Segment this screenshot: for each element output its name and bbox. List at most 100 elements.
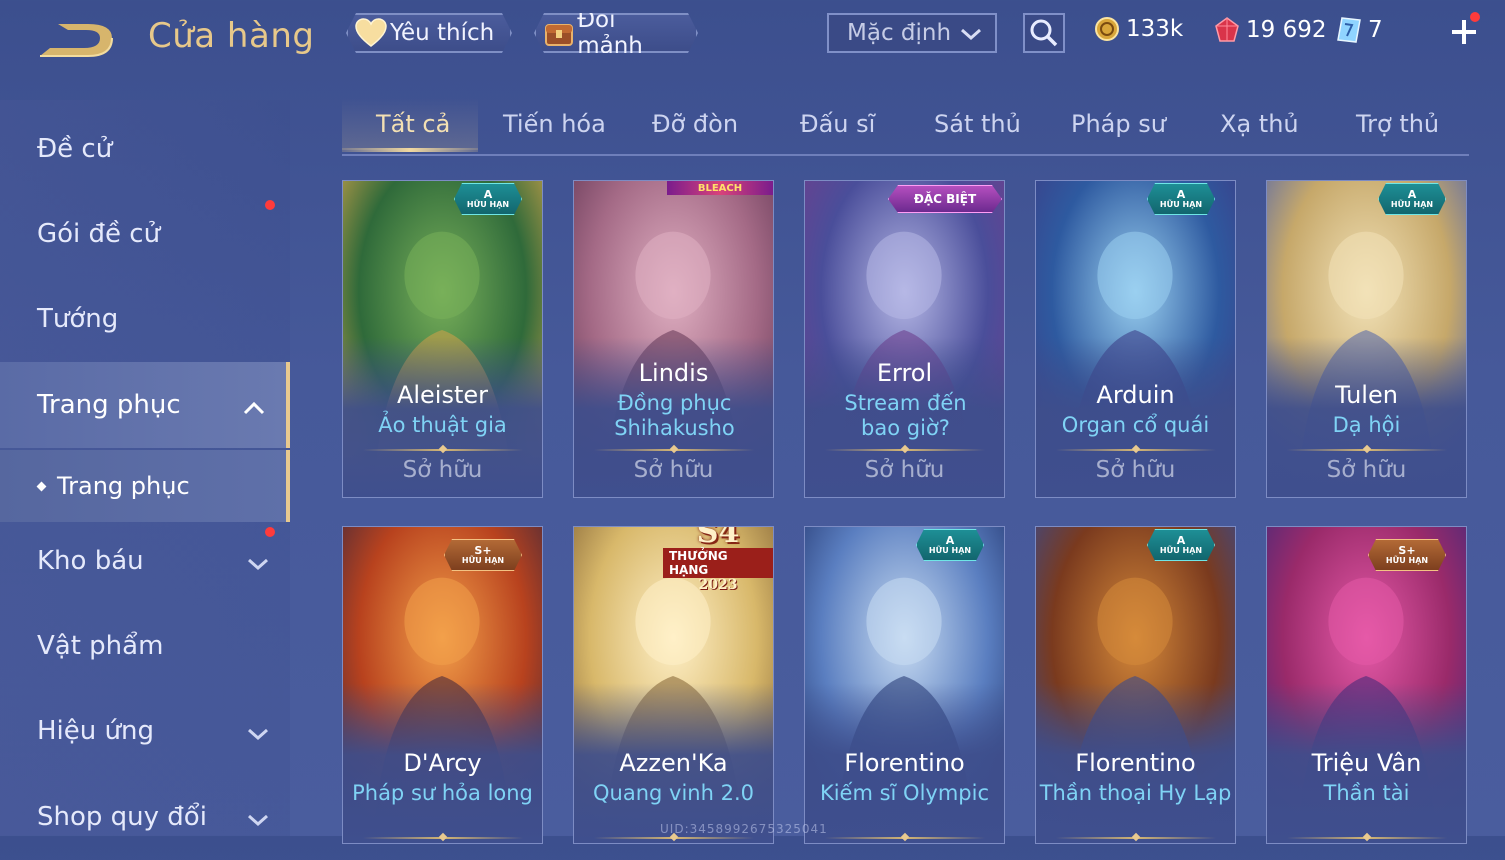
page-title: Cửa hàng — [148, 16, 315, 56]
season-reward-label: THƯỞNG HẠNG — [663, 548, 773, 578]
tier-badge: A HỮU HẠN — [454, 183, 522, 215]
limited-label: HỮU HẠN — [1390, 199, 1434, 209]
skin-card[interactable]: Lindis Đồng phục Shihakusho Sở hữu BLEACH — [573, 180, 774, 498]
sidebar-item-label: Vật phẩm — [37, 631, 164, 661]
card-divider — [1056, 449, 1216, 451]
voucher-value: 7 — [1368, 17, 1383, 43]
card-divider — [594, 837, 754, 839]
voucher-icon — [1336, 16, 1362, 44]
skin-name: Organ cổ quái — [1061, 413, 1210, 437]
sidebar-item-exchange-shop[interactable]: Shop quy đổi — [0, 774, 290, 860]
tier-badge: A HỮU HẠN — [1147, 529, 1215, 561]
tab-assassin[interactable]: Sát thủ — [934, 110, 1021, 138]
sidebar-item-bundles[interactable]: Gói đề cử — [0, 191, 290, 277]
ruby-value: 19 692 — [1246, 17, 1327, 43]
skin-name: Đồng phục Shihakusho — [614, 391, 735, 440]
season-label: S4 — [696, 526, 740, 550]
skin-card[interactable]: Errol Stream đến bao giờ? Sở hữu ĐẶC BIỆT — [804, 180, 1005, 498]
skin-card[interactable]: Arduin Organ cổ quái Sở hữu A HỮU HẠN — [1035, 180, 1236, 498]
favorite-button[interactable]: Yêu thích — [346, 13, 512, 53]
top-bar: Cửa hàng Yêu thích Đổi mảnh Mặc định 133… — [0, 0, 1505, 78]
skin-name: Thần tài — [1323, 781, 1410, 805]
sidebar-subitem-skins[interactable]: Trang phục — [0, 450, 290, 522]
tab-support[interactable]: Trợ thủ — [1356, 110, 1439, 138]
limited-label: HỮU HẠN — [1159, 199, 1203, 209]
exchange-fragment-button[interactable]: Đổi mảnh — [534, 13, 698, 53]
hero-name: Lindis — [638, 359, 709, 387]
skin-name: Stream đến bao giờ? — [844, 391, 967, 440]
tab-evolution[interactable]: Tiến hóa — [503, 110, 606, 138]
hero-name: Aleister — [396, 381, 489, 409]
tab-tank[interactable]: Đỡ đòn — [652, 110, 738, 138]
skin-name: Quang vinh 2.0 — [593, 781, 754, 805]
voucher-currency: 7 — [1336, 16, 1383, 44]
skin-card[interactable]: D'Arcy Pháp sư hỏa long S+ HỮU HẠN — [342, 526, 543, 844]
limited-label: HỮU HẠN — [928, 545, 972, 555]
sidebar-item-treasure[interactable]: Kho báu — [0, 518, 290, 604]
category-tabs: Tất cả Tiến hóa Đỡ đòn Đấu sĩ Sát thủ Ph… — [342, 98, 1469, 156]
hero-name: D'Arcy — [403, 749, 482, 777]
hero-name: Arduin — [1096, 381, 1175, 409]
tier-badge: A HỮU HẠN — [1378, 183, 1446, 215]
sidebar-subitem-label: Trang phục — [57, 472, 190, 500]
sidebar-item-heroes[interactable]: Tướng — [0, 276, 290, 362]
sort-dropdown[interactable]: Mặc định — [827, 13, 997, 53]
card-divider — [1287, 449, 1447, 451]
tab-mage[interactable]: Pháp sư — [1071, 110, 1166, 138]
uid-watermark: UID:3458992675325041 — [660, 822, 828, 836]
hero-name: Florentino — [844, 749, 965, 777]
skin-name: Ảo thuật gia — [378, 413, 507, 437]
search-button[interactable] — [1023, 13, 1065, 53]
heart-icon — [354, 16, 388, 50]
tier-badge: S+ HỮU HẠN — [1368, 539, 1446, 571]
chevron-down-icon — [246, 720, 270, 750]
card-divider — [363, 837, 523, 839]
skin-card[interactable]: Triệu Vân Thần tài S+ HỮU HẠN — [1266, 526, 1467, 844]
limited-label: HỮU HẠN — [1159, 545, 1203, 555]
special-badge: ĐẶC BIỆT — [888, 185, 1002, 213]
skin-name: Thần thoại Hy Lạp — [1039, 781, 1232, 805]
hero-name: Triệu Vân — [1311, 749, 1422, 777]
sidebar-item-effects[interactable]: Hiệu ứng — [0, 688, 290, 774]
hero-name: Tulen — [1335, 381, 1398, 409]
limited-label: HỮU HẠN — [466, 199, 510, 209]
skin-card[interactable]: Aleister Ảo thuật gia Sở hữu A HỮU HẠN — [342, 180, 543, 498]
ruby-currency: 19 692 — [1214, 16, 1326, 44]
exchange-label: Đổi mảnh — [577, 7, 643, 59]
skin-card[interactable]: Tulen Dạ hội Sở hữu A HỮU HẠN — [1266, 180, 1467, 498]
chevron-down-icon — [246, 550, 270, 580]
skin-card[interactable]: Azzen'Ka Quang vinh 2.0 S4 THƯỞNG HẠNG 2023 — [573, 526, 774, 844]
hero-name: Florentino — [1075, 749, 1196, 777]
owned-status: Sở hữu — [864, 457, 945, 483]
gold-value: 133k — [1126, 16, 1184, 42]
back-button[interactable] — [38, 20, 116, 60]
tab-marksman[interactable]: Xạ thủ — [1220, 110, 1299, 138]
season-reward-badge: S4 THƯỞNG HẠNG 2023 — [663, 526, 773, 592]
skin-name: Pháp sư hỏa long — [352, 781, 533, 805]
sidebar-item-label: Kho báu — [37, 546, 144, 576]
sidebar-item-recommended[interactable]: Đề cử — [0, 106, 290, 192]
skin-card[interactable]: Florentino Thần thoại Hy Lạp A HỮU HẠN — [1035, 526, 1236, 844]
gold-currency: 133k — [1094, 16, 1183, 42]
chevron-down-icon — [959, 24, 983, 50]
diamond-bullet-icon — [36, 481, 47, 491]
season-year: 2023 — [698, 577, 738, 593]
skin-card[interactable]: Florentino Kiếm sĩ Olympic A HỮU HẠN — [804, 526, 1005, 844]
owned-status: Sở hữu — [633, 457, 714, 483]
sidebar-item-label: Đề cử — [37, 134, 113, 164]
card-divider — [363, 449, 523, 451]
ruby-gem-icon — [1214, 16, 1240, 44]
tier-badge: A HỮU HẠN — [1147, 183, 1215, 215]
sidebar-item-items[interactable]: Vật phẩm — [0, 603, 290, 689]
tab-all[interactable]: Tất cả — [376, 110, 450, 138]
chevron-up-icon — [242, 394, 266, 424]
tier-label: A — [1176, 533, 1186, 547]
tier-label: S+ — [474, 543, 492, 557]
tier-badge: A HỮU HẠN — [916, 529, 984, 561]
sidebar-item-label: Shop quy đổi — [37, 802, 207, 832]
sidebar-item-label: Tướng — [37, 304, 119, 334]
tab-fighter[interactable]: Đấu sĩ — [800, 110, 875, 138]
limited-label: HỮU HẠN — [1385, 555, 1429, 565]
card-divider — [1056, 837, 1216, 839]
sidebar-item-skins[interactable]: Trang phục — [0, 362, 290, 448]
